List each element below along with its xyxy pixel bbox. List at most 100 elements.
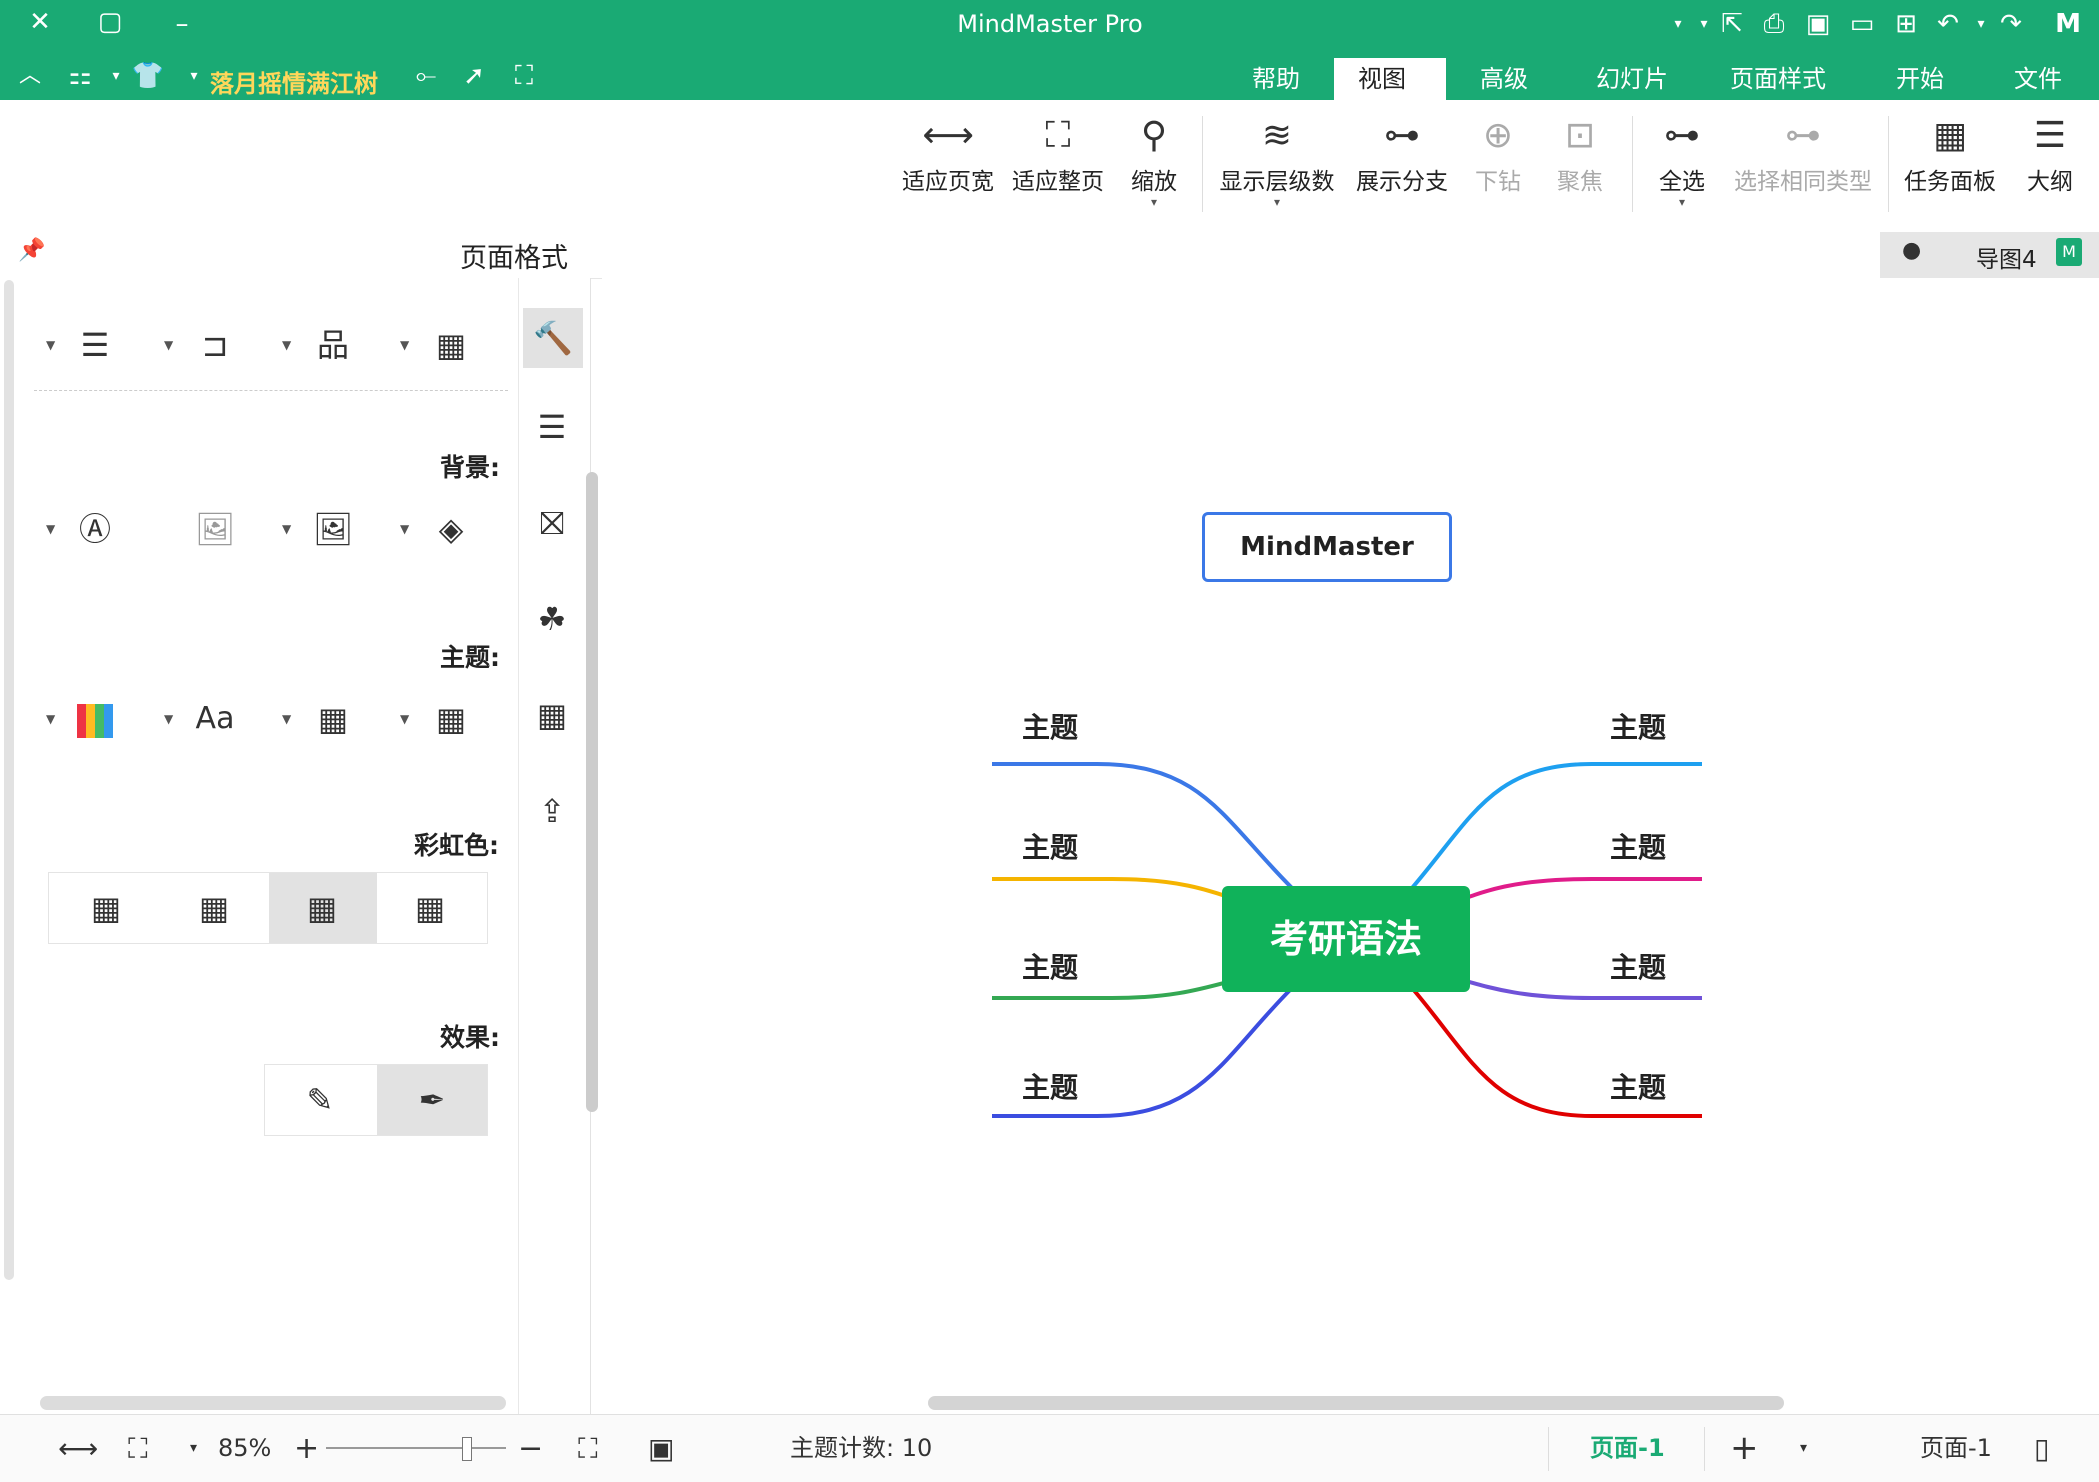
page-tab-active[interactable]: 页面-1 [1590, 1415, 1665, 1482]
minimize-icon[interactable]: – [164, 8, 200, 40]
theme-grid-icon[interactable]: ▦ [428, 696, 474, 742]
undo-icon[interactable]: ↶ [1930, 8, 1966, 40]
more-icon[interactable]: ▾ [1660, 8, 1696, 40]
drill-down-button[interactable]: ⊕ 下钻 [1468, 110, 1528, 222]
collapse-ribbon-icon[interactable]: ︿ [12, 60, 48, 92]
dropdown-icon[interactable]: ▾ [1963, 8, 1999, 40]
remove-image-icon[interactable]: 🖼 [192, 506, 238, 552]
theme-style-icon[interactable]: ▦ [310, 696, 356, 742]
mindmap-canvas[interactable]: MindMaster 考研语法 主题 主题 主题 主题 主题 主题 主题 主题 [602, 278, 2099, 1414]
dropdown-icon[interactable]: ▼ [400, 522, 409, 536]
zoom-in-icon[interactable]: + [294, 1415, 319, 1482]
fullscreen-icon[interactable]: ⛶ [578, 1415, 598, 1482]
dropdown-icon[interactable]: ▼ [164, 338, 173, 352]
topic-left-3[interactable]: 主题 [1022, 946, 1078, 986]
connector-icon[interactable]: ⊐ [192, 322, 238, 368]
print-icon[interactable]: ⎙ [1756, 8, 1792, 40]
outline-button[interactable]: ☰ 大纲 [2018, 110, 2082, 222]
upload-icon[interactable]: ⇪ [529, 788, 575, 834]
topic-left-1[interactable]: 主题 [1022, 706, 1078, 746]
clover-icon[interactable]: ☘ [529, 596, 575, 642]
user-name[interactable]: 落月摇情满江树 [210, 64, 378, 99]
logo-icon[interactable]: M [2050, 8, 2086, 40]
pin-icon[interactable]: 📌 [18, 238, 45, 263]
tab-help[interactable]: 帮助 [1228, 58, 1324, 100]
fullscreen-icon[interactable]: ⛶ [506, 60, 542, 92]
add-page-icon[interactable]: + [1730, 1415, 1759, 1482]
zoom-slider[interactable] [326, 1437, 506, 1461]
grid-layout-icon[interactable]: ▦ [428, 322, 474, 368]
format-brush-icon[interactable]: 🔨 [523, 308, 583, 368]
badge-icon[interactable]: ⛝ [529, 500, 575, 546]
fit-page-icon[interactable]: ⛶ [128, 1415, 148, 1482]
pen-selected[interactable]: ✒ [377, 1065, 487, 1135]
fit-width-button[interactable]: ⟷ 适应页宽 [896, 110, 1000, 222]
dropdown-icon[interactable]: ▾ [176, 60, 212, 92]
canvas-hscrollbar[interactable] [928, 1396, 1784, 1410]
color-palette-icon[interactable] [72, 696, 118, 742]
dropdown-icon[interactable]: ▾ [190, 1415, 197, 1482]
tree-layout-icon[interactable]: 品 [310, 322, 356, 368]
insert-image-icon[interactable]: 🖼 [310, 506, 356, 552]
tab-page-style[interactable]: 页面样式 [1706, 58, 1850, 100]
list-icon[interactable]: ☰ [529, 404, 575, 450]
dropdown-icon[interactable]: ▼ [46, 712, 55, 726]
apps-icon[interactable]: ⚏ [62, 60, 98, 92]
show-levels-button[interactable]: ≋ 显示层级数 ▾ [1212, 110, 1342, 222]
tab-slides[interactable]: 幻灯片 [1572, 58, 1692, 100]
topic-right-4[interactable]: 主题 [1610, 1066, 1666, 1106]
topic-right-2[interactable]: 主题 [1610, 826, 1666, 866]
panel-hscrollbar[interactable] [40, 1396, 506, 1410]
dropdown-icon[interactable]: ▼ [282, 338, 291, 352]
dropdown-icon[interactable]: ▾ [1800, 1415, 1807, 1482]
tab-view[interactable]: 视图 [1334, 58, 1446, 100]
central-topic[interactable]: 考研语法 [1222, 886, 1470, 992]
dropdown-icon[interactable]: ▼ [282, 522, 291, 536]
rainbow-option-4[interactable]: ▦ [407, 885, 453, 931]
rainbow-option-1[interactable]: ▦ [83, 885, 129, 931]
open-icon[interactable]: ▭ [1844, 8, 1880, 40]
hand-drawn-icon[interactable]: ✎ [297, 1077, 343, 1123]
topic-left-4[interactable]: 主题 [1022, 1066, 1078, 1106]
task-panel-button[interactable]: ▦ 任务面板 [1898, 110, 2002, 222]
topic-right-3[interactable]: 主题 [1610, 946, 1666, 986]
dropdown-icon[interactable]: ▼ [282, 712, 291, 726]
close-icon[interactable]: ✕ [22, 6, 58, 38]
show-branch-button[interactable]: ⊶ 展示分支 [1350, 110, 1454, 222]
save-icon[interactable]: ▣ [1800, 8, 1836, 40]
select-icon[interactable]: ➚ [456, 60, 492, 92]
zoom-slider-thumb[interactable] [462, 1437, 472, 1461]
paint-bucket-icon[interactable]: ◈ [428, 506, 474, 552]
dropdown-icon[interactable]: ▼ [46, 522, 55, 536]
new-icon[interactable]: ⊞ [1888, 8, 1924, 40]
tab-advanced[interactable]: 高级 [1456, 58, 1552, 100]
presentation-icon[interactable]: ▣ [648, 1415, 674, 1482]
fit-width-icon[interactable]: ⟷ [58, 1415, 98, 1482]
text-frame-icon[interactable]: Ⓐ [72, 506, 118, 552]
focus-button[interactable]: ⊡ 聚焦 [1548, 110, 1612, 222]
topic-left-2[interactable]: 主题 [1022, 826, 1078, 866]
share-icon[interactable]: ⟜ [408, 60, 444, 92]
dropdown-icon[interactable]: ▼ [400, 338, 409, 352]
fit-page-button[interactable]: ⛶ 适应整页 [1006, 110, 1110, 222]
panel-scrollbar[interactable] [4, 280, 14, 1280]
zoom-out-icon[interactable]: − [518, 1415, 543, 1482]
tab-file[interactable]: 文件 [1990, 58, 2086, 100]
font-icon[interactable]: Aa [192, 696, 238, 742]
dropdown-icon[interactable]: ▼ [46, 338, 55, 352]
zoom-level[interactable]: 85% [218, 1415, 271, 1482]
page-selector[interactable]: 页面-1 [1920, 1415, 1992, 1482]
maximize-icon[interactable]: ▢ [92, 6, 128, 38]
zoom-button[interactable]: ⚲ 缩放 ▾ [1124, 110, 1184, 222]
topic-right-1[interactable]: 主题 [1610, 706, 1666, 746]
tshirt-icon[interactable]: 👕 [130, 60, 166, 92]
rainbow-option-2[interactable]: ▦ [191, 885, 237, 931]
dropdown-icon[interactable]: ▾ [98, 60, 134, 92]
dropdown-icon[interactable]: ▼ [164, 712, 173, 726]
tab-start[interactable]: 开始 [1872, 58, 1968, 100]
unsaved-dot-icon[interactable]: ● [1902, 238, 1921, 263]
numbered-list-icon[interactable]: ☰ [72, 322, 118, 368]
select-all-button[interactable]: ⊶ 全选 ▾ [1652, 110, 1712, 222]
document-tab[interactable]: ● 导图4 M [1880, 232, 2099, 278]
select-same-type-button[interactable]: ⊶ 选择相同类型 [1728, 110, 1878, 222]
